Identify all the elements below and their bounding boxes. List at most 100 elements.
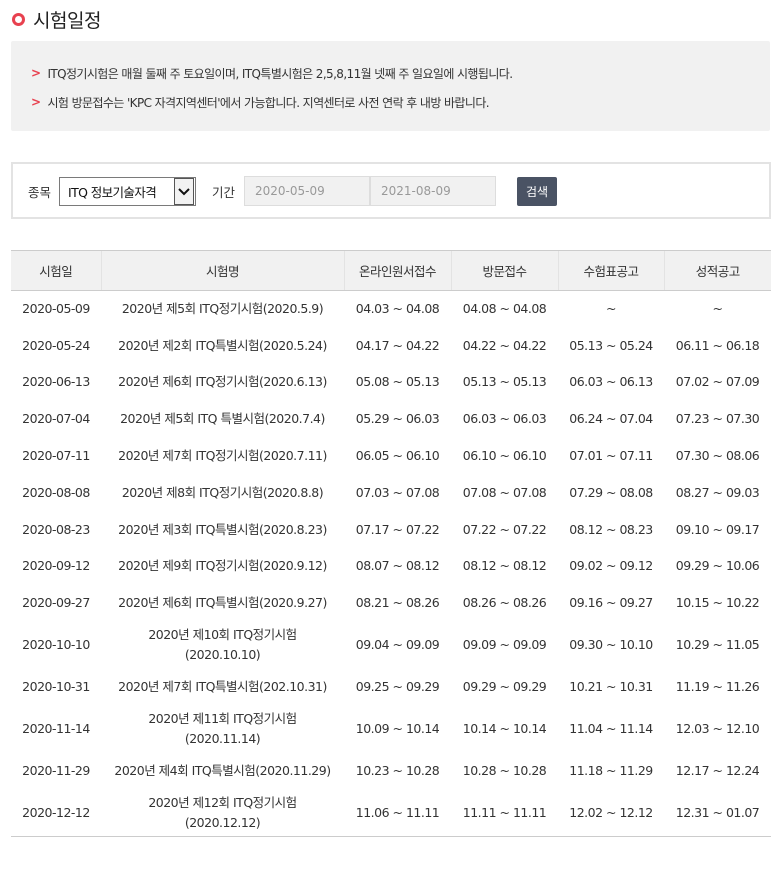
cell-result-announcement: 07.30 ~ 08.06	[675, 448, 760, 464]
cell-online-application: 04.03 ~ 04.08	[355, 301, 440, 317]
cell-result-announcement: 10.15 ~ 10.22	[675, 595, 760, 611]
cell-online-application: 09.25 ~ 09.29	[355, 679, 440, 695]
cell-visit-application: 09.09 ~ 09.09	[462, 637, 547, 653]
chevron-right-icon: >	[31, 95, 41, 109]
cell-visit-application: 07.22 ~ 07.22	[462, 521, 547, 537]
cell-exam-date: 2020-05-09	[22, 301, 90, 317]
cell-visit-application: 09.29 ~ 09.29	[462, 679, 547, 695]
cell-exam-name: 2020년 제5회 ITQ정기시험(2020.5.9)	[121, 301, 324, 317]
table-row: 2020-05-09 2020년 제5회 ITQ정기시험(2020.5.9) 04.…	[11, 291, 771, 328]
cell-result-announcement: 11.19 ~ 11.26	[675, 679, 760, 695]
cell-online-application: 10.09 ~ 10.14	[355, 720, 440, 736]
notice-text: 시험 방문접수는 'KPC 자격지역센터'에서 가능합니다. 지역센터로 사전 …	[47, 95, 489, 110]
cell-visit-application: 06.10 ~ 06.10	[462, 448, 547, 464]
cell-admission-ticket: 09.30 ~ 10.10	[569, 637, 653, 653]
cell-result-announcement: 10.29 ~ 11.05	[675, 637, 760, 653]
cell-exam-name: 2020년 제9회 ITQ정기시험(2020.9.12)	[118, 558, 327, 574]
cell-online-application: 06.05 ~ 06.10	[355, 448, 440, 464]
cell-exam-name: 2020년 제11회 ITQ정기시험(2020.11.14)	[148, 710, 297, 746]
cell-result-announcement: 12.17 ~ 12.24	[675, 762, 760, 778]
header-result-announcement: 성적공고	[663, 250, 771, 291]
table-row: 2020-10-10 2020년 제10회 ITQ정기시험(2020.10.10)…	[11, 622, 771, 669]
cell-exam-name: 2020년 제7회 ITQ특별시험(202.10.31)	[118, 679, 327, 695]
table-header-row: 시험일 시험명 온라인원서접수 방문접수 수험표공고 성적공고	[11, 250, 771, 291]
cell-exam-date: 2020-11-14	[22, 720, 90, 736]
cell-exam-name: 2020년 제4회 ITQ특별시험(2020.11.29)	[114, 762, 331, 778]
cell-online-application: 10.23 ~ 10.28	[355, 762, 440, 778]
notice-text: ITQ정기시험은 매월 둘째 주 토요일이며, ITQ특별시험은 2,5,8,1…	[47, 66, 513, 81]
cell-visit-application: 07.08 ~ 07.08	[462, 484, 547, 500]
cell-admission-ticket: 09.16 ~ 09.27	[569, 595, 653, 611]
table-row: 2020-07-11 2020년 제7회 ITQ정기시험(2020.7.11) 06…	[11, 438, 771, 475]
table-row: 2020-06-13 2020년 제6회 ITQ정기시험(2020.6.13) 05…	[11, 364, 771, 401]
cell-online-application: 09.04 ~ 09.09	[355, 637, 440, 653]
type-select-value: ITQ 정보기술자격	[68, 185, 157, 200]
type-label: 종목	[28, 185, 52, 200]
cell-visit-application: 10.28 ~ 10.28	[462, 762, 547, 778]
cell-admission-ticket: 06.03 ~ 06.13	[569, 374, 653, 390]
cell-result-announcement: 07.02 ~ 07.09	[675, 374, 760, 390]
search-button[interactable]: 검색	[517, 177, 557, 206]
cell-online-application: 08.07 ~ 08.12	[355, 558, 440, 574]
cell-result-announcement: 12.31 ~ 01.07	[664, 789, 771, 837]
cell-online-application: 07.17 ~ 07.22	[355, 521, 440, 537]
cell-visit-application: 06.03 ~ 06.03	[462, 411, 547, 427]
cell-online-application: 07.03 ~ 07.08	[355, 484, 440, 500]
cell-exam-date: 2020-09-12	[22, 558, 90, 574]
cell-exam-name: 2020년 제6회 ITQ특별시험(2020.9.27)	[118, 595, 327, 611]
cell-admission-ticket: 07.29 ~ 08.08	[569, 484, 653, 500]
cell-visit-application: 10.14 ~ 10.14	[462, 720, 547, 736]
cell-exam-date: 2020-05-24	[22, 337, 90, 353]
cell-exam-date: 2020-08-23	[22, 521, 90, 537]
cell-admission-ticket: 11.18 ~ 11.29	[569, 762, 653, 778]
cell-admission-ticket: 08.12 ~ 08.23	[569, 521, 653, 537]
cell-exam-name: 2020년 제10회 ITQ정기시험(2020.10.10)	[148, 627, 297, 663]
cell-result-announcement: 06.11 ~ 06.18	[675, 337, 760, 353]
cell-visit-application: 08.26 ~ 08.26	[462, 595, 547, 611]
page-title-area: 시험일정	[12, 6, 101, 32]
cell-admission-ticket: 05.13 ~ 05.24	[569, 337, 653, 353]
cell-exam-name: 2020년 제3회 ITQ특별시험(2020.8.23)	[118, 521, 327, 537]
cell-admission-ticket: 11.04 ~ 11.14	[569, 720, 653, 736]
start-date-input[interactable]	[244, 176, 370, 206]
cell-exam-name: 2020년 제6회 ITQ정기시험(2020.6.13)	[118, 374, 327, 390]
cell-visit-application: 05.13 ~ 05.13	[462, 374, 547, 390]
table-row: 2020-10-31 2020년 제7회 ITQ특별시험(202.10.31) 09…	[11, 669, 771, 706]
cell-result-announcement: 09.10 ~ 09.17	[675, 521, 760, 537]
table-row: 2020-05-24 2020년 제2회 ITQ특별시험(2020.5.24) 04…	[11, 327, 771, 364]
cell-result-announcement: 09.29 ~ 10.06	[675, 558, 760, 574]
header-online-application: 온라인원서접수	[343, 250, 451, 291]
notice-box: > ITQ정기시험은 매월 둘째 주 토요일이며, ITQ특별시험은 2,5,8…	[11, 41, 770, 131]
cell-exam-date: 2020-07-11	[22, 448, 90, 464]
cell-exam-name: 2020년 제5회 ITQ 특별시험(2020.7.4)	[120, 411, 325, 427]
cell-exam-date: 2020-12-12	[11, 789, 101, 837]
cell-exam-name: 2020년 제8회 ITQ정기시험(2020.8.8)	[121, 484, 324, 500]
cell-result-announcement: 08.27 ~ 09.03	[675, 484, 760, 500]
notice-line: > 시험 방문접수는 'KPC 자격지역센터'에서 가능합니다. 지역센터로 사…	[31, 92, 770, 112]
table-body: 2020-05-09 2020년 제5회 ITQ정기시험(2020.5.9) 04.…	[11, 291, 771, 837]
chevron-down-icon[interactable]	[174, 178, 194, 205]
header-visit-application: 방문접수	[450, 250, 558, 291]
cell-exam-date: 2020-08-08	[22, 484, 90, 500]
page-title: 시험일정	[33, 9, 101, 32]
cell-exam-name: 2020년 제7회 ITQ정기시험(2020.7.11)	[118, 448, 327, 464]
end-date-input[interactable]	[370, 176, 496, 206]
table-row: 2020-07-04 2020년 제5회 ITQ 특별시험(2020.7.4) 05…	[11, 401, 771, 438]
cell-exam-name: 2020년 제12회 ITQ정기시험(2020.12.12)	[101, 789, 344, 837]
cell-visit-application: 08.12 ~ 08.12	[462, 558, 547, 574]
period-label: 기간	[212, 185, 236, 200]
cell-exam-date: 2020-11-29	[22, 762, 90, 778]
cell-result-announcement: ~	[712, 301, 723, 317]
chevron-right-icon: >	[31, 66, 41, 80]
type-select[interactable]: ITQ 정보기술자격	[59, 177, 196, 206]
cell-exam-date: 2020-10-10	[22, 637, 90, 653]
cell-result-announcement: 12.03 ~ 12.10	[675, 720, 760, 736]
table-row: 2020-09-12 2020년 제9회 ITQ정기시험(2020.9.12) 08…	[11, 548, 771, 585]
cell-online-application: 05.08 ~ 05.13	[355, 374, 440, 390]
cell-exam-date: 2020-09-27	[22, 595, 90, 611]
cell-online-application: 04.17 ~ 04.22	[355, 337, 440, 353]
cell-online-application: 11.06 ~ 11.11	[344, 789, 451, 837]
table-row: 2020-11-14 2020년 제11회 ITQ정기시험(2020.11.14)…	[11, 705, 771, 752]
cell-exam-date: 2020-10-31	[22, 679, 90, 695]
cell-online-application: 05.29 ~ 06.03	[355, 411, 440, 427]
